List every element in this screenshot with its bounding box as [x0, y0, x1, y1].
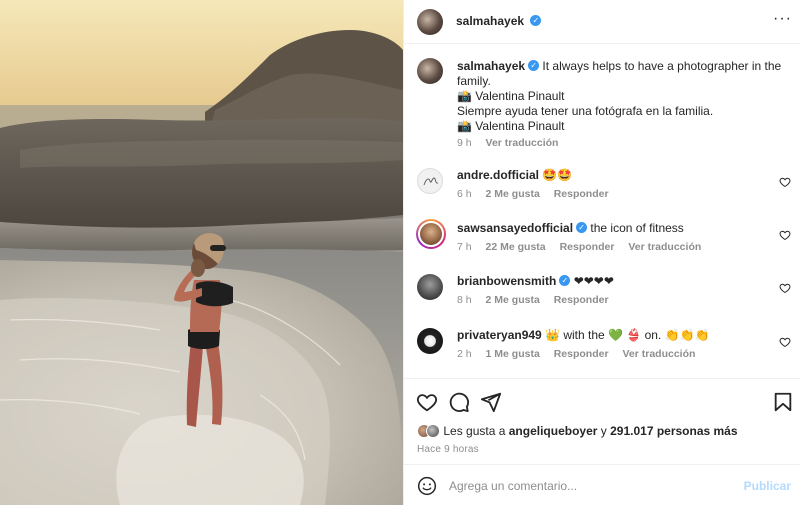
comment-reply-link[interactable]: Responder	[554, 348, 609, 360]
verified-badge-icon: ✓	[559, 275, 571, 287]
comment-meta: 8 h 2 Me gusta Responder	[457, 294, 620, 306]
comment-text: 🤩🤩	[542, 168, 573, 182]
caption-username[interactable]: salmahayek	[457, 59, 525, 73]
like-comment-heart-icon[interactable]	[779, 176, 791, 188]
comment-username[interactable]: privateryan949	[457, 328, 542, 342]
like-comment-heart-icon[interactable]	[779, 336, 791, 348]
caption-meta: 9 h Ver traducción	[457, 137, 569, 149]
signature-logo-icon	[423, 177, 439, 186]
commenter-avatar[interactable]	[417, 328, 443, 354]
share-send-icon[interactable]	[480, 391, 502, 413]
author-avatar[interactable]	[417, 9, 443, 35]
comment-item: brianbowensmith ✓ ❤❤❤❤ 8 h 2 Me gusta Res…	[404, 274, 800, 324]
comment-meta: 7 h 22 Me gusta Responder Ver traducción	[457, 241, 712, 253]
caption-translate-link[interactable]: Ver traducción	[486, 137, 559, 149]
comment-item: privateryan949 👑 with the 💚 👙 on. 👏👏👏 2 …	[404, 328, 800, 378]
emoji-smiley-icon[interactable]	[417, 476, 437, 496]
comment-reply-link[interactable]: Responder	[554, 188, 609, 200]
commenter-avatar[interactable]	[417, 274, 443, 300]
comment-body: privateryan949 👑 with the 💚 👙 on. 👏👏👏	[457, 328, 777, 343]
verified-badge-icon: ✓	[530, 15, 542, 27]
comment-likes[interactable]: 22 Me gusta	[486, 241, 546, 253]
comment-body: andre.dofficial 🤩🤩	[457, 168, 777, 183]
comment-body: brianbowensmith ✓ ❤❤❤❤	[457, 274, 777, 289]
comment-item: andre.dofficial 🤩🤩 6 h 2 Me gusta Respon…	[404, 168, 800, 218]
commenter-avatar-image	[418, 221, 444, 247]
comment-username[interactable]: brianbowensmith	[457, 274, 556, 288]
comment-time[interactable]: 8 h	[457, 294, 472, 306]
comment-time[interactable]: 7 h	[457, 241, 472, 253]
caption-text-block: salmahayek ✓ It always helps to have a ph…	[457, 59, 787, 134]
post-header: salmahayek ✓ ···	[404, 0, 800, 44]
comment-reply-link[interactable]: Responder	[554, 294, 609, 306]
post-sidebar: salmahayek ✓ ··· salmahayek ✓ It always h…	[403, 0, 800, 505]
liker-avatar	[426, 423, 440, 438]
likes-prefix: Les gusta a	[443, 424, 506, 438]
caption-verified-badge-icon: ✓	[528, 60, 540, 72]
caption-credit: 📸 Valentina Pinault	[457, 89, 565, 103]
publish-comment-button[interactable]: Publicar	[744, 479, 791, 493]
likes-user[interactable]: angeliqueboyer	[509, 424, 598, 438]
caption-author-avatar[interactable]	[417, 58, 443, 84]
comment-translate-link[interactable]: Ver traducción	[622, 348, 695, 360]
comment-reply-link[interactable]: Responder	[560, 241, 615, 253]
like-comment-heart-icon[interactable]	[779, 229, 791, 241]
likes-summary[interactable]: Les gusta a angeliqueboyer y 291.017 per…	[417, 423, 738, 442]
add-comment-bar: Publicar	[404, 464, 800, 505]
caption-first-line: salmahayek ✓ It always helps to have a ph…	[457, 59, 787, 89]
comment-username[interactable]: sawsansayedofficial	[457, 221, 573, 235]
post-time-ago[interactable]: Hace 9 horas	[417, 444, 479, 455]
save-bookmark-icon[interactable]	[772, 391, 794, 413]
comment-time[interactable]: 2 h	[457, 348, 472, 360]
comment-username[interactable]: andre.dofficial	[457, 168, 539, 182]
commenter-avatar[interactable]	[416, 219, 446, 249]
comment-item: sawsansayedofficial ✓ the icon of fitness…	[404, 219, 800, 271]
caption-text-es: Siempre ayuda tener una fotógrafa en la …	[457, 104, 714, 118]
comment-bubble-icon[interactable]	[448, 391, 470, 413]
commenter-avatar[interactable]	[417, 168, 443, 194]
comment-text: 👑 with the 💚 👙 on. 👏👏👏	[545, 328, 710, 342]
author-username[interactable]: salmahayek	[456, 14, 524, 28]
beach-photo-illustration	[0, 0, 403, 505]
comment-text: ❤❤❤❤	[573, 274, 614, 288]
post-photo[interactable]	[0, 0, 403, 505]
likes-conj: y	[600, 424, 607, 438]
caption-time[interactable]: 9 h	[457, 137, 472, 149]
like-heart-icon[interactable]	[416, 391, 438, 413]
comment-input[interactable]	[449, 475, 729, 497]
comment-likes[interactable]: 2 Me gusta	[486, 294, 540, 306]
comment-likes[interactable]: 1 Me gusta	[486, 348, 540, 360]
comment-meta: 6 h 2 Me gusta Responder	[457, 188, 620, 200]
author-name-row: salmahayek ✓	[456, 14, 542, 28]
comment-body: sawsansayedofficial ✓ the icon of fitness	[457, 221, 777, 236]
comment-translate-link[interactable]: Ver traducción	[628, 241, 701, 253]
verified-badge-icon: ✓	[576, 222, 588, 234]
comment-likes[interactable]: 2 Me gusta	[486, 188, 540, 200]
comment-time[interactable]: 6 h	[457, 188, 472, 200]
likes-count[interactable]: 291.017 personas más	[610, 424, 737, 438]
like-comment-heart-icon[interactable]	[779, 282, 791, 294]
caption-credit-es: 📸 Valentina Pinault	[457, 119, 565, 133]
comment-text: the icon of fitness	[590, 221, 684, 235]
comment-meta: 2 h 1 Me gusta Responder Ver traducción	[457, 348, 706, 360]
more-options-icon[interactable]: ···	[773, 11, 791, 30]
